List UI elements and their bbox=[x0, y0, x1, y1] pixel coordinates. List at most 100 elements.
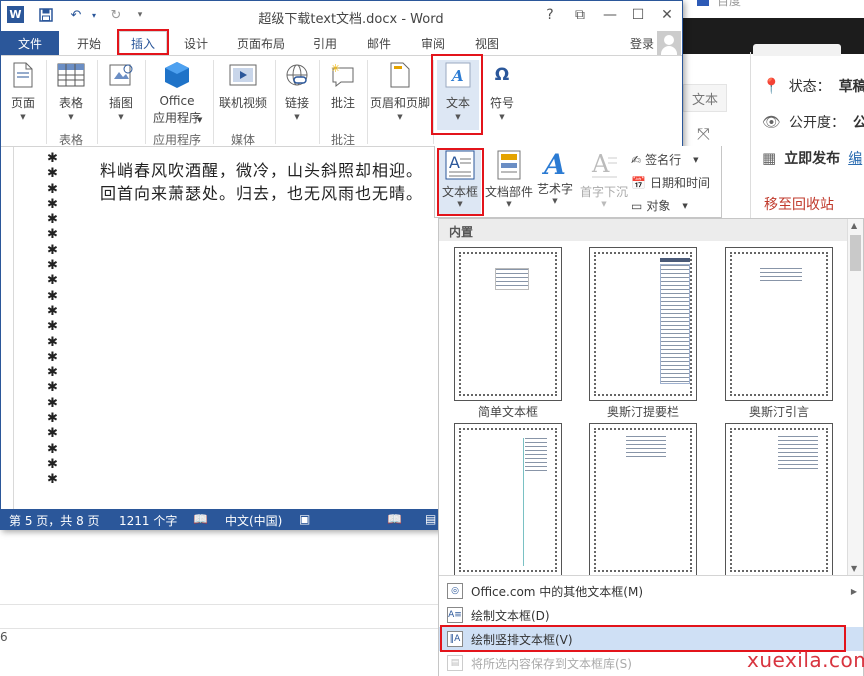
header-footer-button[interactable]: 页眉和页脚 ▼ bbox=[369, 60, 431, 121]
thumbnail-page bbox=[594, 428, 692, 572]
baidu-logo-icon bbox=[697, 0, 709, 6]
textbox-icon: A bbox=[445, 150, 475, 183]
symbol-label: 符号 bbox=[489, 96, 514, 110]
avatar[interactable] bbox=[657, 31, 681, 55]
group-separator bbox=[367, 60, 368, 144]
thumbnail-textbox bbox=[525, 438, 547, 474]
save-icon[interactable] bbox=[37, 6, 55, 24]
trash-link[interactable]: 移至回收站 bbox=[764, 194, 834, 214]
word-count[interactable]: 1211 个字 bbox=[119, 512, 177, 529]
page-border-glyph: ✱ bbox=[47, 380, 58, 396]
calendar-icon: ▦ bbox=[762, 149, 777, 167]
gallery-item-simple-textbox[interactable] bbox=[454, 247, 562, 401]
gallery-item-austin-quote[interactable] bbox=[725, 247, 833, 401]
gallery-item-austin-sidebar[interactable] bbox=[589, 247, 697, 401]
word-logo-icon[interactable]: W bbox=[7, 6, 24, 23]
gallery-item-label: 奥斯汀提要栏 bbox=[606, 405, 679, 419]
quick-parts-button[interactable]: 文档部件 ▼ bbox=[485, 150, 533, 208]
maximize-icon[interactable]: ☐ bbox=[627, 5, 649, 25]
help-icon[interactable]: ? bbox=[539, 5, 561, 25]
menu-item-draw-textbox[interactable]: A≡ 绘制文本框(D) bbox=[439, 603, 863, 627]
tab-page-layout[interactable]: 页面布局 bbox=[229, 31, 293, 55]
gallery-item[interactable] bbox=[454, 423, 562, 577]
fullscreen-icon[interactable]: ⤧ bbox=[697, 124, 710, 144]
object-button[interactable]: ▭ 对象 ▼ bbox=[631, 197, 688, 214]
online-video-button[interactable]: 联机视频 bbox=[217, 60, 269, 111]
signature-icon: ✍ bbox=[631, 152, 642, 167]
minimize-icon[interactable]: — bbox=[599, 5, 621, 25]
macro-record-icon[interactable]: ▣ bbox=[299, 512, 310, 526]
document-page[interactable]: ✱ ✱ ✱ ✱ ✱ ✱ ✱ ✱ ✱ ✱ ✱ ✱ ✱ ✱ ✱ ✱ ✱ ✱ ✱ ✱ ✱ ✱ 料峭春风吹酒醒，微冷，山头斜照却相… bbox=[13, 147, 443, 509]
page-border-glyph: ✱ bbox=[47, 349, 58, 365]
proofing-icon[interactable]: 📖 bbox=[193, 512, 208, 526]
menu-item-label: 绘制竖排文本框(V) bbox=[471, 632, 573, 647]
scroll-down-icon[interactable]: ▼ bbox=[851, 564, 857, 573]
tab-home[interactable]: 开始 bbox=[65, 31, 113, 55]
undo-dropdown-icon[interactable]: ▾ bbox=[85, 6, 103, 24]
status-value: 草稿 bbox=[838, 79, 864, 95]
customize-toolbar-icon[interactable]: ▾ bbox=[131, 6, 149, 24]
scroll-up-icon[interactable]: ▲ bbox=[851, 221, 857, 230]
svg-text:A: A bbox=[449, 153, 460, 172]
publish-panel: 📍 状态： 草稿 👁 公开度： 公 ▦ 立即发布 编 移至回收站 bbox=[750, 54, 864, 224]
scroll-thumb[interactable] bbox=[850, 235, 861, 271]
signature-line-button[interactable]: ✍ 签名行 ▼ bbox=[631, 151, 698, 168]
date-time-label: 日期和时间 bbox=[649, 176, 710, 190]
page-border-glyph: ✱ bbox=[47, 166, 58, 182]
menu-item-more-textboxes[interactable]: ◎ Office.com 中的其他文本框(M) ▶ bbox=[439, 579, 863, 603]
status-label: 状态： bbox=[788, 79, 831, 95]
header-footer-icon bbox=[385, 60, 415, 90]
gallery-item[interactable] bbox=[725, 423, 833, 577]
tab-file[interactable]: 文件 bbox=[1, 31, 59, 55]
page-border-glyph: ✱ bbox=[47, 411, 58, 427]
chevron-down-icon: ▼ bbox=[506, 200, 512, 208]
link-button[interactable]: 链接 ▼ bbox=[279, 60, 315, 121]
ribbon-display-icon[interactable]: ⧉ bbox=[569, 5, 591, 25]
gallery-item[interactable] bbox=[589, 423, 697, 577]
tab-references[interactable]: 引用 bbox=[303, 31, 347, 55]
tab-design[interactable]: 设计 bbox=[173, 31, 219, 55]
page-border-glyph: ✱ bbox=[47, 426, 58, 442]
page-count[interactable]: 第 5 页，共 8 页 bbox=[9, 512, 100, 529]
insert-ribbon: 页面 ▼ 表格 ▼ 表格 插图 ▼ Office 应用程序 ▼ 应用程序 联机视… bbox=[1, 54, 682, 147]
illustrations-label: 插图 bbox=[108, 96, 133, 110]
page-border-glyph: ✱ bbox=[47, 319, 58, 335]
close-icon[interactable]: ✕ bbox=[656, 5, 678, 25]
textbox-gallery-panel: 内置 ▲ ▼ 简单文本框 奥斯汀提要栏 奥斯汀引言 ◎ Office.com 中… bbox=[438, 218, 864, 676]
symbol-button[interactable]: Ω 符号 ▼ bbox=[487, 60, 517, 121]
tab-insert[interactable]: 插入 bbox=[119, 31, 167, 55]
comment-button[interactable]: ✳ 批注 bbox=[323, 60, 363, 111]
publish-edit-link[interactable]: 编 bbox=[848, 148, 862, 168]
text-button[interactable]: A 文本 ▼ bbox=[437, 60, 479, 130]
redo-icon[interactable]: ↻ bbox=[107, 6, 125, 24]
print-layout-icon[interactable]: ▤ bbox=[425, 512, 436, 526]
read-mode-icon[interactable]: 📖 bbox=[387, 512, 402, 526]
pages-label: 页面 bbox=[10, 96, 35, 110]
page-border-glyph: ✱ bbox=[47, 273, 58, 289]
header-footer-label: 页眉和页脚 bbox=[369, 96, 430, 110]
pages-button[interactable]: 页面 ▼ bbox=[7, 60, 39, 121]
login-link[interactable]: 登录 bbox=[630, 31, 654, 55]
background-text-tab[interactable]: 文本 bbox=[683, 84, 727, 112]
page-border-glyph: ✱ bbox=[47, 151, 58, 166]
chevron-down-icon: ▼ bbox=[693, 155, 699, 164]
page-border-glyph: ✱ bbox=[47, 196, 58, 212]
illustrations-button[interactable]: 插图 ▼ bbox=[103, 60, 139, 121]
draw-vertical-textbox-icon: ‖A bbox=[447, 631, 463, 647]
document-paragraph[interactable]: 料峭春风吹酒醒，微冷，山头斜照却相迎。回首向来萧瑟处。归去，也无风雨也无晴。 bbox=[100, 159, 435, 205]
tab-view[interactable]: 视图 bbox=[465, 31, 509, 55]
tab-review[interactable]: 审阅 bbox=[411, 31, 455, 55]
dropcap-button[interactable]: A 首字下沉 ▼ bbox=[579, 150, 629, 208]
language-indicator[interactable]: 中文(中国) bbox=[225, 512, 282, 529]
tab-mailings[interactable]: 邮件 bbox=[357, 31, 401, 55]
wordart-button[interactable]: A 艺术字 ▼ bbox=[535, 150, 575, 206]
undo-icon[interactable]: ↶ bbox=[67, 6, 85, 24]
date-time-button[interactable]: 📅 日期和时间 bbox=[631, 174, 710, 191]
group-separator bbox=[97, 60, 98, 144]
textbox-button[interactable]: A 文本框 ▼ bbox=[439, 150, 481, 214]
office-apps-label-line1: Office bbox=[159, 94, 195, 108]
thumbnail-page bbox=[459, 428, 557, 572]
gallery-scrollbar[interactable]: ▲ ▼ bbox=[847, 219, 863, 575]
thumbnail-quote bbox=[760, 268, 802, 282]
table-button[interactable]: 表格 ▼ bbox=[53, 60, 89, 121]
